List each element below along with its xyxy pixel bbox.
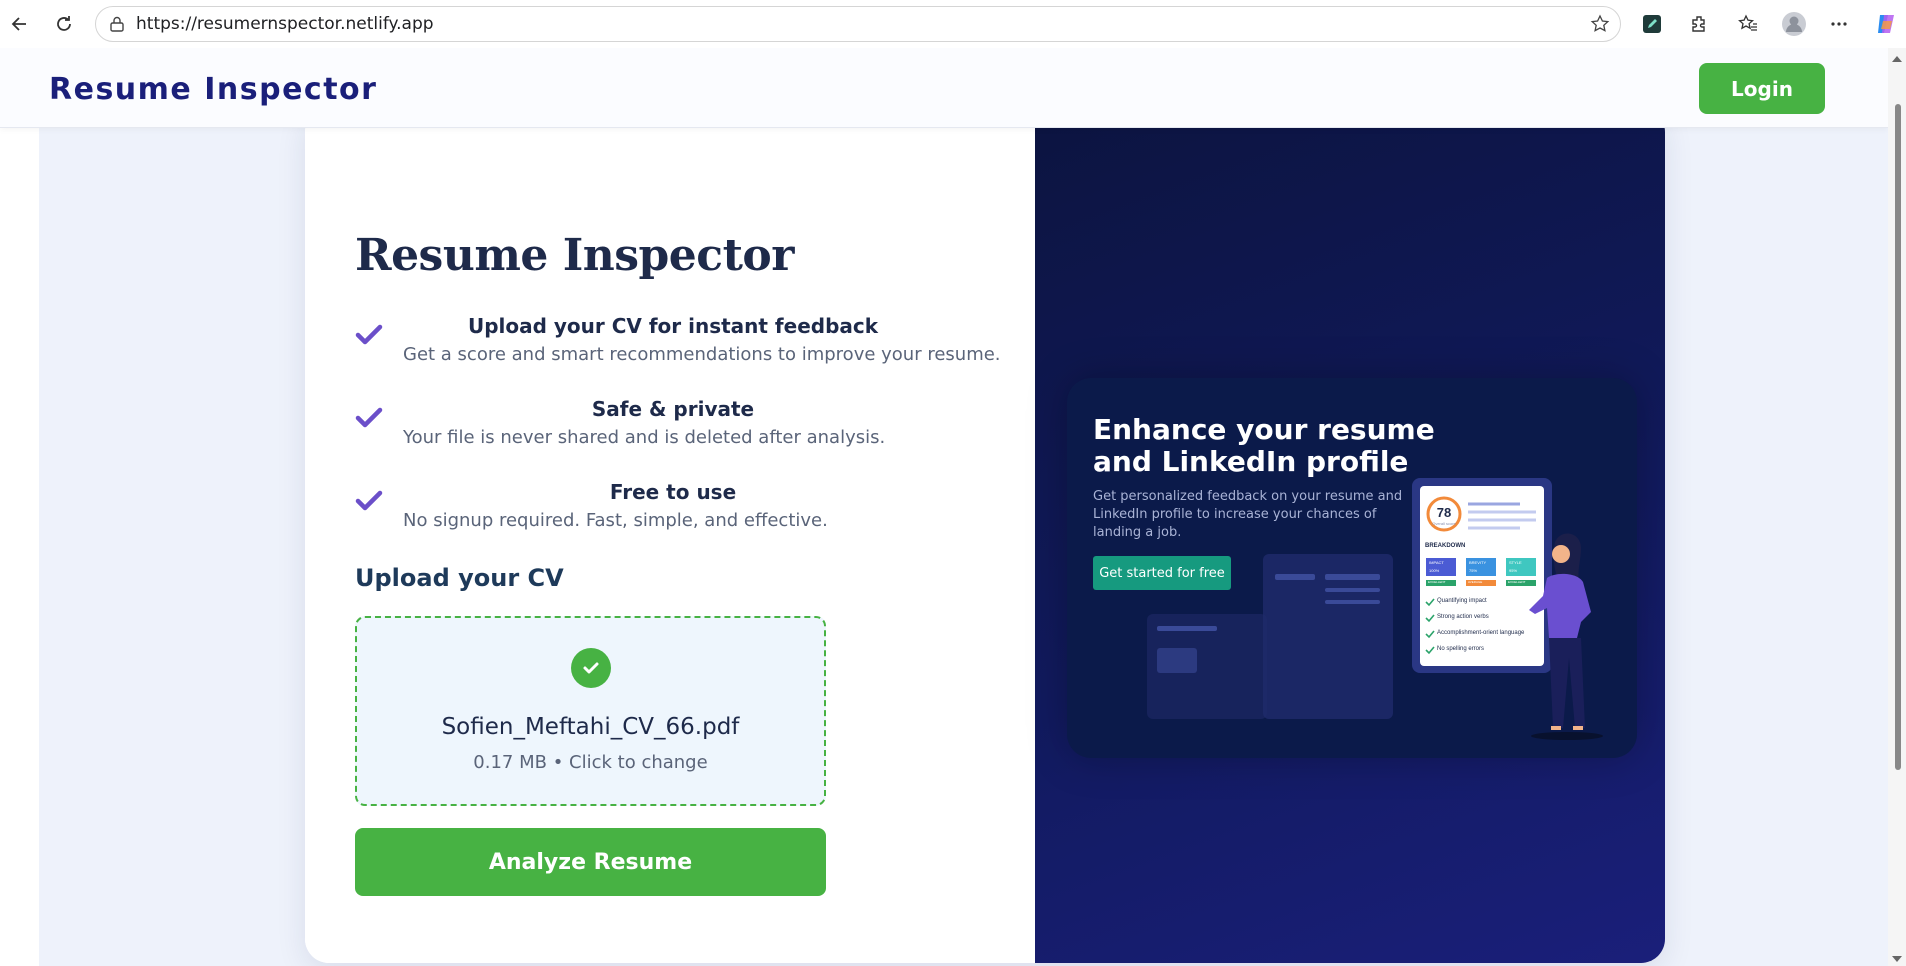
more-icon[interactable] <box>1823 8 1855 40</box>
feature-title: Free to use <box>609 480 737 504</box>
illustration-line <box>1325 588 1380 592</box>
checkmark-icon <box>355 407 383 428</box>
tile-value: 75% <box>1469 568 1478 573</box>
checkmark-icon <box>355 324 383 345</box>
main-card: Resume Inspector Upload your CV for inst… <box>305 108 1665 963</box>
success-check-icon <box>571 648 611 688</box>
tile-value: 95% <box>1509 568 1518 573</box>
checkmark-icon <box>355 490 383 511</box>
person-illustration <box>1529 533 1603 740</box>
login-button[interactable]: Login <box>1699 63 1825 114</box>
feature-desc: Your file is never shared and is deleted… <box>403 427 886 448</box>
file-name: Sofien_Meftahi_CV_66.pdf <box>441 714 740 740</box>
tile-tag: AVERAGE <box>1468 580 1483 584</box>
feature-title: Upload your CV for instant feedback <box>467 314 879 338</box>
promo-desc: Get personalized feedback on your resume… <box>1093 489 1403 540</box>
illustration-line <box>1325 600 1380 604</box>
promo-card: Enhance your resume and LinkedIn profile… <box>1067 378 1637 758</box>
profile-icon[interactable] <box>1778 8 1810 40</box>
browser-toolbar: https://resumernspector.netlify.app <box>0 0 1906 48</box>
back-icon[interactable] <box>4 8 36 40</box>
tile-tag: EXCELLENT <box>1428 580 1446 584</box>
breakdown-label: BREAKDOWN <box>1425 543 1466 549</box>
page-margin <box>0 48 39 966</box>
score-value: 78 <box>1436 505 1452 520</box>
site-header: Resume Inspector Login <box>0 48 1888 128</box>
promo-panel: Enhance your resume and LinkedIn profile… <box>1035 108 1665 963</box>
feature-desc: Get a score and smart recommendations to… <box>403 344 1001 365</box>
page-title: Resume Inspector <box>355 230 794 281</box>
favorites-icon[interactable] <box>1732 8 1764 40</box>
tile-label: STYLE <box>1509 560 1522 565</box>
illustration-line <box>1275 574 1315 580</box>
scroll-thumb[interactable] <box>1895 104 1901 770</box>
tile-label: BREVITY <box>1469 560 1487 565</box>
scroll-down-arrow-icon[interactable] <box>1892 956 1902 962</box>
page-viewport: Resume Inspector Upload your CV for inst… <box>0 48 1888 966</box>
checklist-item: Accomplishment-orient language <box>1437 630 1525 636</box>
tile-label: IMPACT <box>1429 560 1444 565</box>
illustration-line <box>1157 626 1217 631</box>
lock-icon[interactable] <box>108 15 126 38</box>
scroll-up-arrow-icon[interactable] <box>1892 56 1902 62</box>
tile-value: 100% <box>1429 568 1440 573</box>
reload-icon[interactable] <box>48 8 80 40</box>
file-dropzone[interactable]: Sofien_Meftahi_CV_66.pdf 0.17 MB • Click… <box>355 616 826 806</box>
get-started-button[interactable]: Get started for free <box>1093 556 1231 590</box>
checklist-item: Strong action verbs <box>1437 614 1489 620</box>
tile-tag: EXCELLENT <box>1508 580 1526 584</box>
file-meta[interactable]: 0.17 MB • Click to change <box>357 752 824 773</box>
address-bar[interactable]: https://resumernspector.netlify.app <box>95 6 1621 42</box>
vertical-scrollbar[interactable] <box>1888 48 1906 966</box>
illustration-block <box>1157 648 1197 673</box>
star-icon[interactable] <box>1590 14 1610 39</box>
copilot-icon[interactable] <box>1870 8 1902 40</box>
promo-title: Enhance your resume and LinkedIn profile <box>1093 413 1435 478</box>
pen-icon[interactable] <box>1636 8 1668 40</box>
score-caption: Overall score <box>1432 521 1456 526</box>
illustration-line <box>1325 574 1380 580</box>
checklist-item: Quantifying impact <box>1437 598 1487 604</box>
upload-panel: Resume Inspector Upload your CV for inst… <box>305 108 1035 963</box>
brand-logo-text[interactable]: Resume Inspector <box>49 72 377 107</box>
checklist-item: No spelling errors <box>1437 646 1485 652</box>
upload-heading: Upload your CV <box>355 564 564 592</box>
analyze-resume-button[interactable]: Analyze Resume <box>355 828 826 896</box>
feature-title: Safe & private <box>591 397 755 421</box>
url-text[interactable]: https://resumernspector.netlify.app <box>136 14 434 34</box>
extensions-icon[interactable] <box>1683 8 1715 40</box>
feature-desc: No signup required. Fast, simple, and ef… <box>403 510 828 531</box>
